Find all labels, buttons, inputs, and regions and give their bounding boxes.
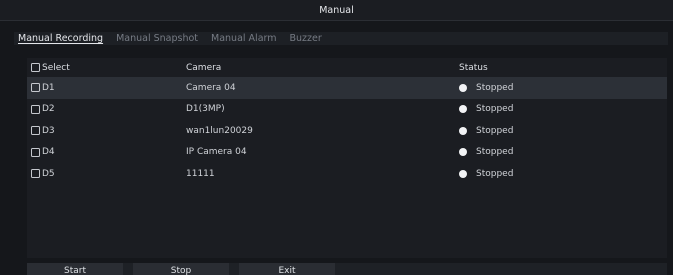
camera-header: Camera [186,62,222,73]
select-cell: D1 [31,77,55,99]
exit-button[interactable]: Exit [239,263,335,275]
table-row[interactable]: D3 wan1lun20029 Stopped [27,120,667,142]
tab-bar: Manual Recording Manual Snapshot Manual … [14,32,668,45]
row-checkbox[interactable] [31,83,40,93]
status-text: Stopped [476,125,514,136]
status-dot-icon [459,83,467,92]
manual-panel: Manual Recording Manual Snapshot Manual … [0,21,673,275]
row-checkbox[interactable] [31,147,40,157]
status-text: Stopped [476,104,514,115]
status-dot-icon [459,105,467,114]
stop-button[interactable]: Stop [133,263,229,275]
select-cell: D5 [31,163,55,185]
status-cell: Stopped [459,163,513,185]
status-dot-icon [459,148,467,157]
channel-label: D3 [42,125,55,136]
status-cell: Stopped [459,142,513,164]
status-dot-icon [459,126,467,135]
status-text: Stopped [476,168,514,179]
table-row[interactable]: D5 11111 Stopped [27,163,667,185]
tab-manual-recording[interactable]: Manual Recording [18,33,103,44]
camera-name: Camera 04 [186,82,236,93]
channel-label: D4 [42,147,55,158]
table-row[interactable]: D2 D1(3MP) Stopped [27,99,667,121]
status-text: Stopped [476,82,514,93]
row-checkbox[interactable] [31,104,40,114]
select-all-checkbox[interactable] [31,63,40,72]
row-checkbox[interactable] [31,126,40,136]
table-row[interactable]: D1 Camera 04 Stopped [27,77,667,99]
status-dot-icon [459,169,467,178]
start-button[interactable]: Start [27,263,123,275]
tab-manual-alarm[interactable]: Manual Alarm [211,33,277,44]
status-cell: Stopped [459,99,513,121]
channel-label: D5 [42,168,55,179]
camera-name: wan1lun20029 [186,125,253,136]
select-cell: D2 [31,99,55,121]
table-row[interactable]: D4 IP Camera 04 Stopped [27,142,667,164]
select-cell: D4 [31,142,55,164]
status-cell: Stopped [459,120,513,142]
status-header: Status [459,62,488,73]
row-checkbox[interactable] [31,169,40,179]
status-cell: Stopped [459,77,513,99]
window-title: Manual [0,0,673,21]
button-bar: Start Stop Exit [27,263,667,275]
camera-name: IP Camera 04 [186,147,247,158]
select-all-cell: Select [31,58,70,77]
table-header: Select Camera Status [27,58,667,77]
select-cell: D3 [31,120,55,142]
camera-name: D1(3MP) [186,104,225,115]
tab-buzzer[interactable]: Buzzer [290,33,322,44]
camera-name: 11111 [186,168,215,179]
select-header: Select [42,62,70,73]
channel-label: D1 [42,82,55,93]
status-text: Stopped [476,147,514,158]
tab-manual-snapshot[interactable]: Manual Snapshot [116,33,198,44]
recording-table: Select Camera Status D1 Camera 04 Stoppe… [27,58,667,258]
channel-label: D2 [42,104,55,115]
